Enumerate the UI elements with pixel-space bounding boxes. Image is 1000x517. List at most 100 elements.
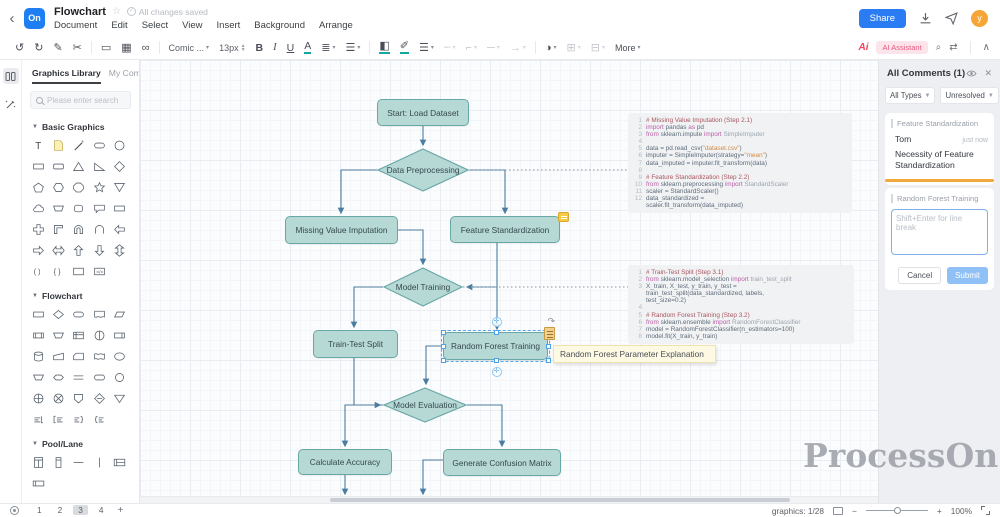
- relation-map-icon[interactable]: ⇄: [949, 42, 957, 53]
- favorite-star-icon[interactable]: ☆: [112, 6, 121, 17]
- shape-rect-vbar[interactable]: [111, 328, 128, 343]
- edge[interactable]: [467, 405, 502, 446]
- insert-shape-icon[interactable]: ▭: [96, 41, 116, 54]
- edge[interactable]: [398, 230, 423, 264]
- shape-stored-data-circle[interactable]: [91, 328, 108, 343]
- shape-annotation-left[interactable]: [50, 412, 67, 427]
- bold-button[interactable]: B: [251, 42, 269, 54]
- shape-sticky-note[interactable]: [50, 138, 67, 153]
- shape-arrow-double-v[interactable]: [111, 243, 128, 258]
- shape-braces[interactable]: { }: [50, 264, 67, 279]
- node-start[interactable]: Start: Load Dataset: [377, 99, 469, 126]
- preview-icon[interactable]: ⌕: [936, 42, 942, 53]
- format-painter-icon[interactable]: ✎: [48, 41, 67, 54]
- menu-view[interactable]: View: [182, 20, 202, 31]
- shape-paper-tape[interactable]: [91, 349, 108, 364]
- shape-rounded-square[interactable]: [70, 201, 87, 216]
- shape-annotation-brace-right[interactable]: [70, 412, 87, 427]
- shape-annotation-brace-left[interactable]: [91, 412, 108, 427]
- shape-triangle[interactable]: [70, 159, 87, 174]
- shape-card[interactable]: [70, 349, 87, 364]
- shape-arc-n2[interactable]: [91, 222, 108, 237]
- shape-divider-h[interactable]: [70, 455, 87, 470]
- add-page-button[interactable]: +: [118, 505, 124, 516]
- shape-library-icon[interactable]: [3, 68, 19, 84]
- shape-process[interactable]: [30, 307, 47, 322]
- selection-handle[interactable]: [546, 344, 551, 349]
- submit-button[interactable]: Submit: [947, 267, 988, 284]
- shape-internal-storage[interactable]: [70, 328, 87, 343]
- connector-handle[interactable]: ✛: [492, 317, 502, 327]
- edge[interactable]: [423, 460, 443, 494]
- underline-button[interactable]: U: [282, 42, 300, 54]
- shape-connector-circle[interactable]: [111, 370, 128, 385]
- shape-arrow-up[interactable]: [70, 243, 87, 258]
- shape-preparation[interactable]: [50, 370, 67, 385]
- shape-lane-horizontal[interactable]: [30, 476, 47, 491]
- magic-select-icon[interactable]: [3, 96, 19, 112]
- selection-handle[interactable]: [494, 330, 499, 335]
- shape-trapezoid[interactable]: [50, 201, 67, 216]
- shape-inverted-triangle[interactable]: [111, 180, 128, 195]
- shape-parallelogram[interactable]: [111, 307, 128, 322]
- shape-arrow-left[interactable]: [111, 222, 128, 237]
- shape-merge[interactable]: [111, 391, 128, 406]
- search-input[interactable]: [47, 96, 127, 105]
- shape-pentagon[interactable]: [30, 180, 47, 195]
- node-train-test-split[interactable]: Train-Test Split: [313, 330, 398, 358]
- page-tab-4[interactable]: 4: [94, 505, 109, 515]
- rotate-handle-icon[interactable]: ↷: [547, 316, 555, 327]
- document-title[interactable]: Flowchart: [54, 6, 106, 18]
- shape-speech-bubble[interactable]: [91, 201, 108, 216]
- shape-cloud[interactable]: [30, 201, 47, 216]
- shape-circle[interactable]: [111, 138, 128, 153]
- canvas[interactable]: Start: Load DatasetData PreprocessingMis…: [140, 60, 878, 503]
- line-type-button[interactable]: ─▾: [482, 42, 505, 54]
- edge[interactable]: [469, 170, 505, 213]
- collapse-toolbar-icon[interactable]: ∧: [983, 42, 990, 53]
- shape-terminator[interactable]: [70, 307, 87, 322]
- back-button[interactable]: ‹: [0, 10, 24, 27]
- clear-format-icon[interactable]: ✂: [68, 41, 87, 54]
- shape-diamond[interactable]: [111, 159, 128, 174]
- shape-parens[interactable]: ( ): [30, 264, 47, 279]
- shape-or-junction[interactable]: [30, 391, 47, 406]
- shape-text[interactable]: T: [30, 138, 47, 153]
- selection-handle[interactable]: [546, 358, 551, 363]
- undo-button[interactable]: ↺: [10, 41, 29, 54]
- shape-star[interactable]: [91, 180, 108, 195]
- zoom-slider-knob[interactable]: [894, 507, 901, 514]
- shape-code-frame[interactable]: </>: [91, 264, 108, 279]
- edge[interactable]: [467, 243, 497, 287]
- fullscreen-icon[interactable]: [981, 506, 990, 515]
- node-model-training[interactable]: Model Training: [383, 267, 463, 307]
- download-icon[interactable]: [919, 12, 932, 25]
- shape-pen[interactable]: [70, 138, 87, 153]
- edge[interactable]: [341, 170, 377, 213]
- connector-handle[interactable]: ✛: [492, 367, 502, 377]
- selection-handle[interactable]: [441, 358, 446, 363]
- theme-button[interactable]: ◑▾: [540, 42, 562, 54]
- node-random-forest-training[interactable]: Random Forest Training✛✛↷: [443, 332, 548, 360]
- page-tab-3[interactable]: 3: [73, 505, 88, 515]
- filter-unresolved[interactable]: Unresolved▼: [940, 87, 998, 104]
- section-title-flowchart[interactable]: ▼Flowchart: [22, 285, 139, 305]
- distribute-objects-button[interactable]: ⊟▾: [586, 41, 610, 54]
- shape-search[interactable]: [30, 91, 131, 109]
- edge[interactable]: [345, 405, 383, 446]
- filter-all-types[interactable]: All Types▼: [885, 87, 935, 104]
- section-title-basic-graphics[interactable]: ▼Basic Graphics: [22, 116, 139, 136]
- selection-handle[interactable]: [494, 358, 499, 363]
- ai-assistant-button[interactable]: AI Assistant: [876, 41, 927, 54]
- shape-pill[interactable]: [91, 138, 108, 153]
- insert-link-icon[interactable]: ∞: [137, 42, 155, 54]
- tab-graphics-library[interactable]: Graphics Library: [32, 68, 101, 84]
- shape-cross[interactable]: [30, 222, 47, 237]
- shape-hexagon[interactable]: [50, 180, 67, 195]
- selection-handle[interactable]: [441, 330, 446, 335]
- redo-button[interactable]: ↻: [29, 41, 48, 54]
- shape-alt-process[interactable]: [91, 370, 108, 385]
- shape-predefined-process[interactable]: [30, 328, 47, 343]
- comment-marker-icon[interactable]: [558, 212, 569, 222]
- pages-overview-icon[interactable]: [10, 506, 19, 515]
